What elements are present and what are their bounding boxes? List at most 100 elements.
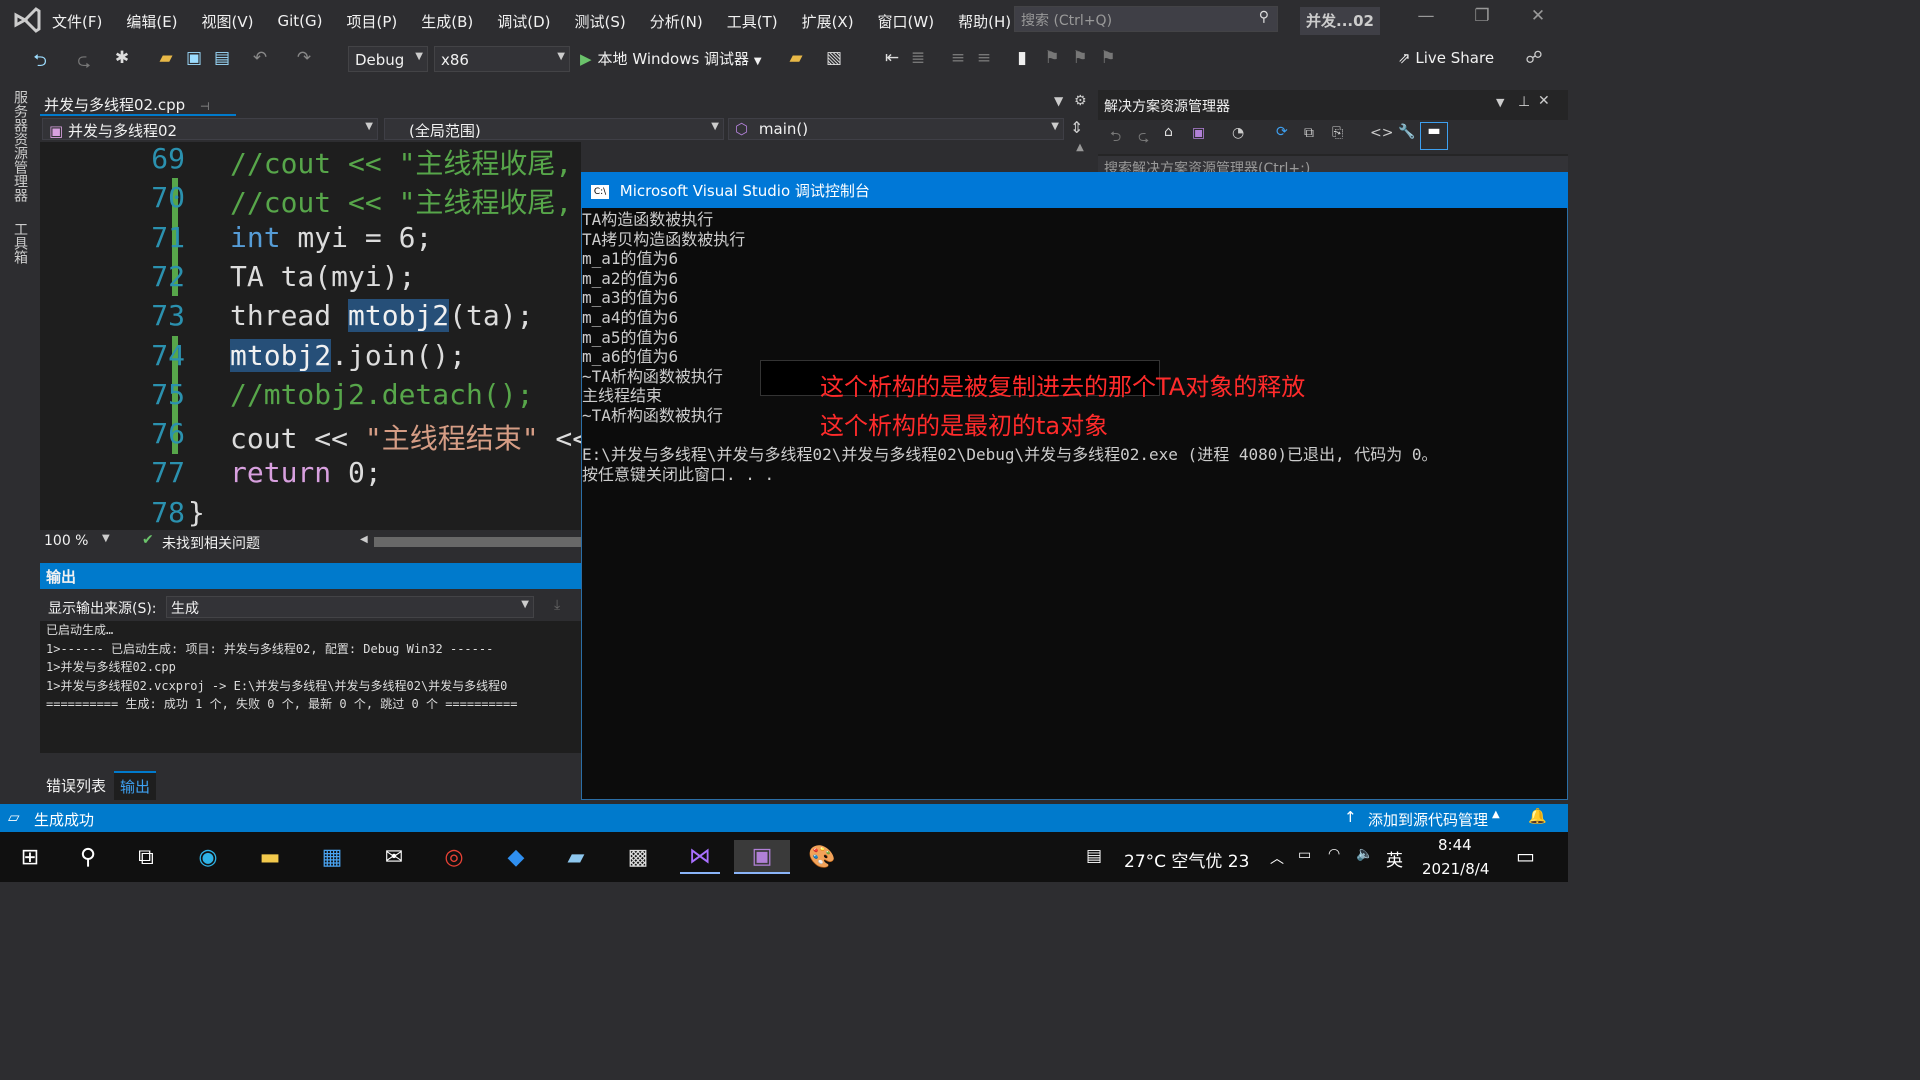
code-line[interactable]: TA ta(myi);: [230, 260, 415, 293]
store-icon[interactable]: ▦: [312, 840, 352, 874]
global-scope-dropdown[interactable]: (全局范围) ▼: [384, 118, 724, 140]
code-line[interactable]: }: [188, 496, 205, 529]
zoom-level[interactable]: 100 %: [44, 533, 88, 549]
forward-icon[interactable]: ⮎: [72, 48, 96, 77]
collapse-all-icon[interactable]: ⧉: [1304, 125, 1314, 141]
split-icon[interactable]: ⇕: [1070, 118, 1083, 137]
sync-icon[interactable]: ⟳: [1276, 124, 1288, 140]
menu-item[interactable]: 生成(B): [421, 11, 473, 32]
server-explorer-tab[interactable]: 服务器资源管理器: [10, 90, 30, 202]
comment-icon[interactable]: ≡: [946, 48, 970, 68]
task-view-icon[interactable]: ⧉: [126, 840, 166, 874]
close-panel-icon[interactable]: ✕: [1538, 93, 1550, 109]
debug-console-titlebar[interactable]: C:\ Microsoft Visual Studio 调试控制台: [581, 172, 1568, 208]
news-widget-icon[interactable]: ▤: [1086, 846, 1102, 866]
zoom-dropdown-icon[interactable]: ▼: [102, 533, 110, 544]
open-folder-icon[interactable]: ▰: [154, 48, 178, 68]
code-editor[interactable]: 69 //cout << "主线程收尾, 最终安全退出2" << endl; 70 /…: [40, 142, 581, 530]
switch-views-icon[interactable]: ▣: [1192, 125, 1205, 141]
file-explorer-icon[interactable]: ▬: [250, 840, 290, 874]
menu-item[interactable]: 项目(P): [347, 11, 398, 32]
preview-icon[interactable]: ▬: [1420, 122, 1448, 150]
code-line[interactable]: //cout << "主线程收尾, 最: [230, 181, 581, 221]
pending-changes-icon[interactable]: ◔: [1232, 125, 1244, 141]
windows-start-icon[interactable]: ⊞: [10, 840, 50, 874]
file-tab[interactable]: 并发与多线程02.cpp ⊣ ✕: [40, 92, 236, 133]
menu-item[interactable]: 测试(S): [575, 11, 626, 32]
edge-browser-icon[interactable]: ◉: [188, 840, 228, 874]
sol-back-icon[interactable]: ⮌: [1110, 126, 1121, 150]
output-tab[interactable]: 输出: [114, 771, 157, 800]
menu-item[interactable]: Git(G): [278, 12, 323, 30]
battery-icon[interactable]: ▭: [1298, 847, 1311, 863]
screenshot-icon[interactable]: ▧: [822, 48, 846, 68]
action-center-icon[interactable]: ▭: [1516, 844, 1535, 868]
solution-name-badge[interactable]: 并发...02: [1300, 7, 1380, 35]
menu-item[interactable]: 视图(V): [202, 11, 254, 32]
restore-icon[interactable]: ❐: [1462, 6, 1502, 26]
clear-bookmarks-icon[interactable]: ⚑: [1096, 48, 1120, 68]
code-line[interactable]: //mtobj2.detach();: [230, 378, 533, 411]
folder-icon[interactable]: ▰: [784, 48, 808, 68]
code-line[interactable]: //cout << "主线程收尾, 最终安全退出2" << endl;: [230, 142, 581, 182]
platform-dropdown[interactable]: x86 ▼: [434, 46, 570, 72]
toolbox-tab[interactable]: 工具箱: [10, 222, 30, 264]
configuration-dropdown[interactable]: Debug ▼: [348, 46, 428, 72]
mail-icon[interactable]: ✉: [374, 840, 414, 874]
menu-item[interactable]: 编辑(E): [126, 11, 177, 32]
error-list-tab[interactable]: 错误列表: [46, 775, 106, 796]
code-line[interactable]: mtobj2.join();: [230, 338, 466, 372]
show-all-files-icon[interactable]: ⎘: [1332, 125, 1343, 141]
redo-icon[interactable]: ↷: [292, 48, 316, 68]
taskbar-search-icon[interactable]: ⚲: [68, 840, 108, 874]
notes-icon[interactable]: ▰: [556, 840, 596, 874]
scroll-up-icon[interactable]: ▲: [1068, 142, 1092, 172]
notification-bell-icon[interactable]: 🔔: [1528, 807, 1547, 825]
pin-panel-icon[interactable]: ⊥: [1518, 94, 1530, 110]
clock-time[interactable]: 8:44: [1438, 836, 1472, 854]
panel-dropdown-icon[interactable]: ▼: [1496, 96, 1504, 109]
save-icon[interactable]: ▣: [182, 48, 206, 68]
paint-icon[interactable]: 🎨: [802, 840, 842, 874]
volume-icon[interactable]: 🔈: [1356, 846, 1373, 862]
close-window-icon[interactable]: ✕: [1518, 6, 1558, 26]
undo-icon[interactable]: ↶: [248, 48, 272, 68]
feedback-icon[interactable]: ☍: [1522, 48, 1546, 68]
wifi-icon[interactable]: ◠: [1328, 846, 1340, 862]
menu-item[interactable]: 扩展(X): [802, 11, 854, 32]
menu-item[interactable]: 分析(N): [650, 11, 703, 32]
menu-item[interactable]: 调试(D): [497, 11, 550, 32]
menu-item[interactable]: 窗口(W): [878, 11, 935, 32]
settings-gear-icon[interactable]: ⚙: [1074, 93, 1087, 109]
code-line[interactable]: thread mtobj2(ta);: [230, 299, 533, 333]
issues-label[interactable]: 未找到相关问题: [162, 533, 260, 553]
step-icon[interactable]: ⇤: [880, 48, 904, 68]
prev-bookmark-icon[interactable]: ⚑: [1040, 48, 1064, 68]
home-icon[interactable]: ⌂: [1164, 124, 1173, 140]
code-line[interactable]: return 0;: [230, 456, 382, 489]
save-all-icon[interactable]: ▤: [210, 48, 234, 68]
clock-date[interactable]: 2021/8/4: [1422, 860, 1489, 878]
minimize-icon[interactable]: —: [1406, 6, 1446, 26]
code-line[interactable]: cout << "主线程结束" <<: [230, 417, 581, 457]
console-taskbar-icon[interactable]: ▣: [734, 840, 790, 874]
scroll-left-icon[interactable]: ◀: [360, 534, 368, 545]
tray-expand-icon[interactable]: ︿: [1270, 848, 1284, 868]
output-source-dropdown[interactable]: 生成 ▼: [166, 596, 534, 618]
tab-dropdown-icon[interactable]: ▼: [1054, 94, 1063, 108]
horizontal-scrollbar[interactable]: [374, 537, 581, 547]
properties-wrench-icon[interactable]: 🔧: [1398, 124, 1415, 140]
find-message-icon[interactable]: ⤓: [554, 597, 560, 613]
menu-item[interactable]: 工具(T): [727, 11, 778, 32]
visual-studio-logo-icon[interactable]: [12, 6, 42, 34]
uncomment-icon[interactable]: ≡: [972, 48, 996, 68]
output-scrollbar[interactable]: [40, 753, 581, 767]
start-debugging-button[interactable]: ▶ 本地 Windows 调试器 ▼: [580, 48, 762, 69]
outdent-icon[interactable]: ≣: [906, 48, 930, 68]
next-bookmark-icon[interactable]: ⚑: [1068, 48, 1092, 68]
remote-desktop-icon[interactable]: ▩: [618, 840, 658, 874]
messenger-icon[interactable]: ◆: [496, 840, 536, 874]
function-dropdown[interactable]: ⬡ main() ▼: [728, 118, 1064, 140]
weather-text[interactable]: 27°C 空气优 23: [1124, 847, 1249, 872]
input-method[interactable]: 英: [1386, 846, 1403, 871]
